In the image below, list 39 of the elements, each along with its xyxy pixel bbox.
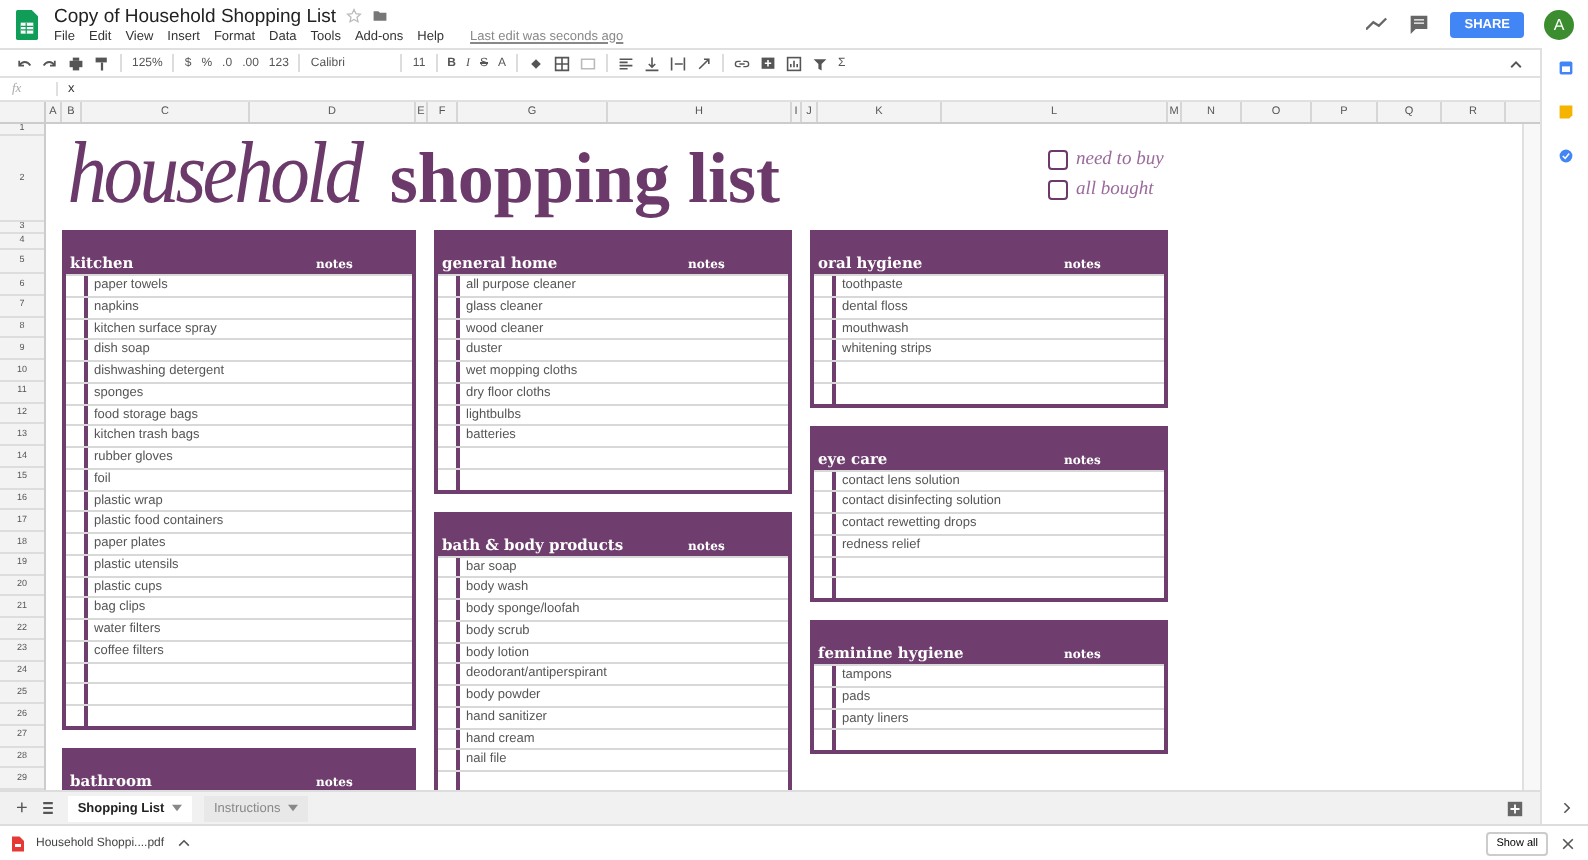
- close-icon[interactable]: [1560, 835, 1576, 851]
- trend-icon[interactable]: [1366, 14, 1389, 34]
- legend-label: need to buy: [1076, 150, 1164, 170]
- add-sheet-button[interactable]: +: [16, 797, 28, 819]
- tasks-icon[interactable]: [1557, 148, 1573, 164]
- chevron-up-icon[interactable]: [176, 835, 193, 851]
- legend-label: all bought: [1076, 180, 1154, 200]
- merge-cells-icon[interactable]: [580, 55, 597, 71]
- text-rotation-icon[interactable]: [696, 55, 713, 71]
- filter-icon[interactable]: [812, 55, 829, 71]
- undo-icon[interactable]: [16, 55, 32, 71]
- avatar[interactable]: A: [1544, 9, 1574, 39]
- align-left-icon[interactable]: [618, 55, 635, 71]
- caret-icon[interactable]: [171, 803, 182, 811]
- sheets-logo-icon[interactable]: [16, 9, 38, 39]
- insert-comment-icon[interactable]: [760, 55, 777, 71]
- text-wrap-icon[interactable]: [670, 55, 687, 71]
- title: shopping list: [389, 142, 780, 214]
- title-script: household: [65, 134, 361, 214]
- paint-format-icon[interactable]: [94, 55, 110, 71]
- legend-checkbox-icon: [1048, 150, 1068, 170]
- link-icon[interactable]: [734, 55, 751, 71]
- comment-icon[interactable]: [1408, 14, 1431, 34]
- fill-color-icon[interactable]: [528, 55, 545, 71]
- vertical-align-icon[interactable]: [644, 55, 661, 71]
- calendar-icon[interactable]: [1557, 60, 1573, 76]
- folder-icon[interactable]: [372, 8, 389, 24]
- explore-icon[interactable]: [1506, 799, 1524, 817]
- sheet-list-icon[interactable]: [39, 800, 56, 816]
- redo-icon[interactable]: [42, 55, 58, 71]
- scrollbar-track[interactable]: [1522, 124, 1540, 790]
- print-icon[interactable]: [68, 55, 84, 71]
- pdf-file-icon: [12, 835, 24, 851]
- document-title[interactable]: Copy of Household Shopping List: [54, 5, 337, 27]
- caret-icon[interactable]: [288, 803, 299, 811]
- borders-icon[interactable]: [554, 55, 571, 71]
- star-icon[interactable]: [346, 8, 363, 24]
- insert-chart-icon[interactable]: [786, 55, 803, 71]
- legend-checkbox-icon: [1048, 180, 1068, 200]
